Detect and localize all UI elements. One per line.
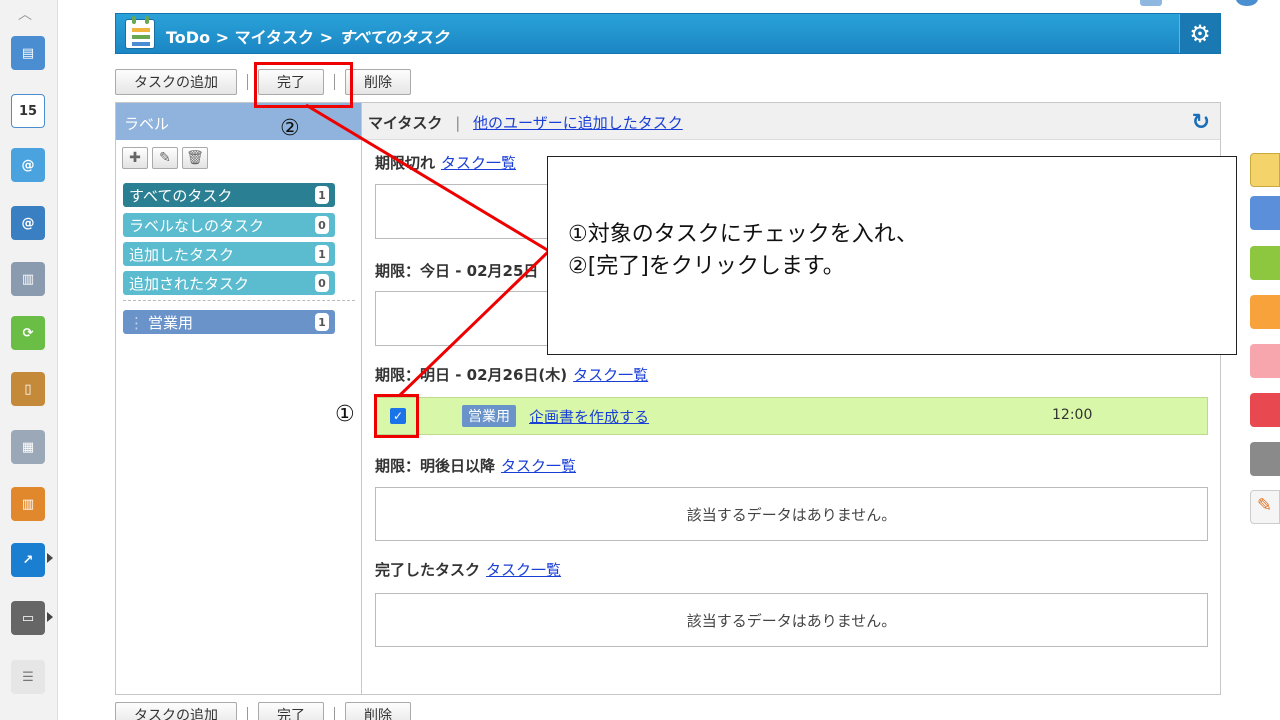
instruction-callout: ①対象のタスクにチェックを入れ、 ②[完了]をクリックします。 [547,156,1237,355]
step-2-marker: ② [280,116,300,141]
step-1-marker: ① [335,402,355,427]
instruction-line-1: ①対象のタスクにチェックを入れ、 [568,222,918,247]
annotation-lines [305,103,551,398]
highlight-checkbox [374,394,419,438]
instruction-line-2: ②[完了]をクリックします。 [568,254,845,279]
highlight-complete-button [254,62,353,108]
todo-screen: ︿ ▤ 15 @ @ ▥ ⟳ ▯ ▦ ▥ ↗ ▭ ☰ ✎ ToDo > マイタス… [0,0,1280,720]
